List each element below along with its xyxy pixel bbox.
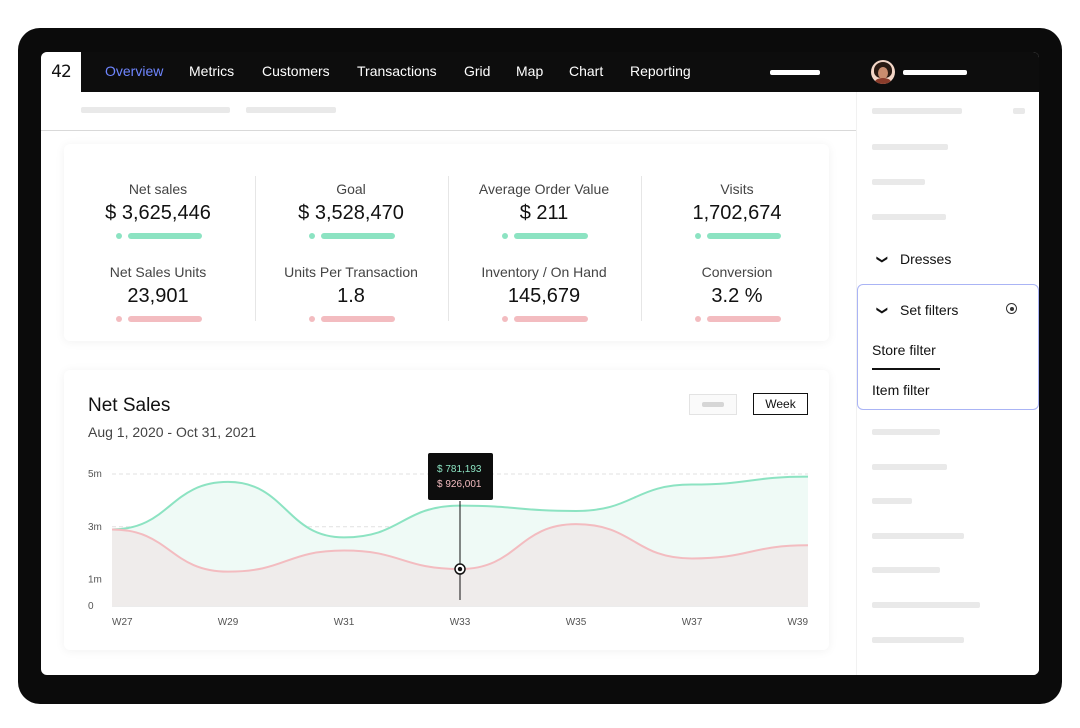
store-filter-item[interactable]: Store filter bbox=[872, 342, 936, 358]
x-tick-label: W37 bbox=[682, 617, 703, 628]
set-filters-toggle[interactable]: Set filters bbox=[900, 302, 958, 318]
panel-placeholder bbox=[872, 214, 946, 220]
y-tick-label: 0 bbox=[88, 601, 94, 612]
chevron-down-icon[interactable]: ❯ bbox=[876, 306, 889, 315]
highlight-point-center bbox=[457, 566, 463, 572]
x-tick-label: W33 bbox=[450, 617, 471, 628]
x-tick-label: W31 bbox=[334, 617, 355, 628]
panel-placeholder bbox=[872, 144, 948, 150]
y-tick-label: 1m bbox=[88, 575, 102, 586]
panel-placeholder bbox=[872, 637, 964, 643]
panel-placeholder bbox=[1013, 108, 1025, 114]
tooltip-pink-value: $ 926,001 bbox=[437, 479, 482, 490]
chart-tooltip: $ 781,193 $ 926,001 bbox=[428, 453, 493, 500]
panel-placeholder bbox=[872, 108, 962, 114]
panel-placeholder bbox=[872, 464, 947, 470]
panel-placeholder bbox=[872, 533, 964, 539]
tooltip-green-value: $ 781,193 bbox=[437, 464, 482, 475]
app-window: 42 Overview Metrics Customers Transactio… bbox=[41, 52, 1039, 675]
x-tick-label: W29 bbox=[218, 617, 239, 628]
x-tick-label: W39 bbox=[787, 617, 808, 628]
active-filter-underline bbox=[872, 368, 940, 370]
panel-placeholder bbox=[872, 429, 940, 435]
panel-placeholder bbox=[872, 602, 980, 608]
x-tick-label: W35 bbox=[566, 617, 587, 628]
panel-placeholder bbox=[872, 567, 940, 573]
y-tick-label: 3m bbox=[88, 522, 102, 533]
panel-placeholder bbox=[872, 498, 912, 504]
settings-icon[interactable] bbox=[1006, 303, 1017, 314]
x-tick-label: W27 bbox=[112, 617, 133, 628]
panel-placeholder bbox=[872, 179, 925, 185]
y-tick-label: 5m bbox=[88, 469, 102, 480]
chevron-down-icon[interactable]: ❯ bbox=[876, 255, 889, 264]
dresses-filter[interactable]: Dresses bbox=[900, 251, 951, 267]
item-filter-item[interactable]: Item filter bbox=[872, 382, 930, 398]
